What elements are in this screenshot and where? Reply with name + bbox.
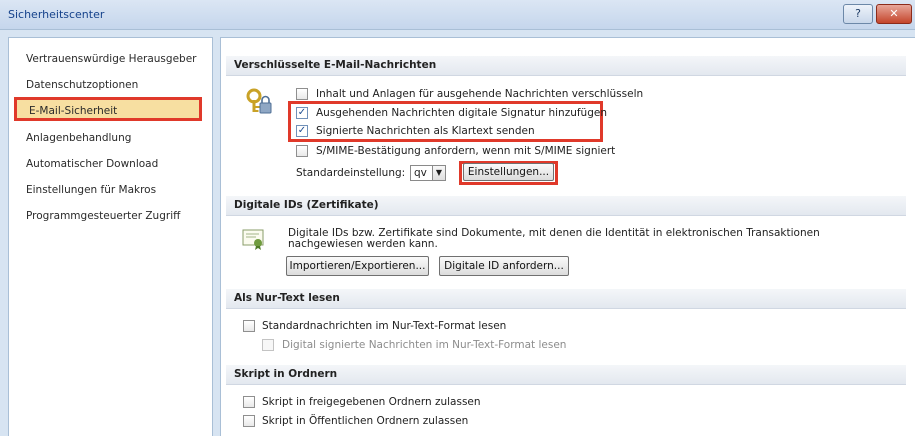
encrypted-email-header: Verschlüsselte E-Mail-Nachrichten — [226, 56, 906, 76]
sidebar-item-programmatic-access[interactable]: Programmgesteuerter Zugriff — [26, 210, 180, 222]
settings-button[interactable]: Einstellungen... — [463, 163, 554, 181]
cleartext-signed-label: Signierte Nachrichten als Klartext sende… — [316, 125, 535, 137]
digital-ids-description: Digitale IDs bzw. Zertifikate sind Dokum… — [288, 227, 820, 250]
sidebar-item-trusted-publishers[interactable]: Vertrauenswürdige Herausgeber — [26, 53, 196, 65]
smime-receipt-checkbox[interactable] — [296, 145, 308, 157]
sidebar-item-macro-settings[interactable]: Einstellungen für Makros — [26, 184, 156, 196]
sidebar-item-label: E-Mail-Sicherheit — [29, 105, 118, 117]
sidebar-item-privacy-options[interactable]: Datenschutzoptionen — [26, 79, 138, 91]
import-export-button[interactable]: Importieren/Exportieren... — [286, 256, 429, 276]
title-bar: Sicherheitscenter ? ✕ — [0, 0, 915, 30]
script-public-folders-checkbox[interactable] — [243, 415, 255, 427]
chevron-down-icon[interactable]: ▼ — [432, 166, 445, 180]
add-signature-label: Ausgehenden Nachrichten digitale Signatu… — [316, 107, 607, 119]
plain-text-signed-label: Digital signierte Nachrichten im Nur-Tex… — [282, 339, 567, 351]
script-public-folders-label: Skript in Öffentlichen Ordnern zulassen — [262, 415, 469, 427]
default-setting-value: qv — [414, 167, 427, 179]
request-digital-id-button[interactable]: Digitale ID anfordern... — [439, 256, 569, 276]
help-button[interactable]: ? — [843, 4, 873, 24]
add-signature-checkbox[interactable]: ✓ — [296, 107, 308, 119]
folder-script-header: Skript in Ordnern — [226, 365, 906, 385]
cleartext-signed-checkbox[interactable]: ✓ — [296, 125, 308, 137]
smime-receipt-label: S/MIME-Bestätigung anfordern, wenn mit S… — [316, 145, 616, 157]
digital-ids-header: Digitale IDs (Zertifikate) — [226, 196, 906, 216]
encrypt-content-label: Inhalt und Anlagen für ausgehende Nachri… — [316, 88, 644, 100]
close-button[interactable]: ✕ — [876, 4, 912, 24]
script-shared-folders-label: Skript in freigegebenen Ordnern zulassen — [262, 396, 481, 408]
sidebar-item-email-security[interactable]: E-Mail-Sicherheit — [14, 97, 202, 121]
plain-text-standard-label: Standardnachrichten im Nur-Text-Format l… — [262, 320, 507, 332]
plain-text-standard-checkbox[interactable] — [243, 320, 255, 332]
script-shared-folders-checkbox[interactable] — [243, 396, 255, 408]
plain-text-signed-checkbox — [262, 339, 274, 351]
default-setting-dropdown[interactable]: qv ▼ — [410, 165, 446, 181]
encrypt-content-checkbox[interactable] — [296, 88, 308, 100]
plain-text-header: Als Nur-Text lesen — [226, 289, 906, 309]
window-title: Sicherheitscenter — [8, 8, 105, 21]
security-lock-icon — [244, 87, 274, 117]
sidebar-item-attachment-handling[interactable]: Anlagenbehandlung — [26, 132, 131, 144]
sidebar-item-automatic-download[interactable]: Automatischer Download — [26, 158, 158, 170]
certificate-icon — [242, 228, 266, 250]
default-setting-label: Standardeinstellung: — [296, 167, 406, 179]
